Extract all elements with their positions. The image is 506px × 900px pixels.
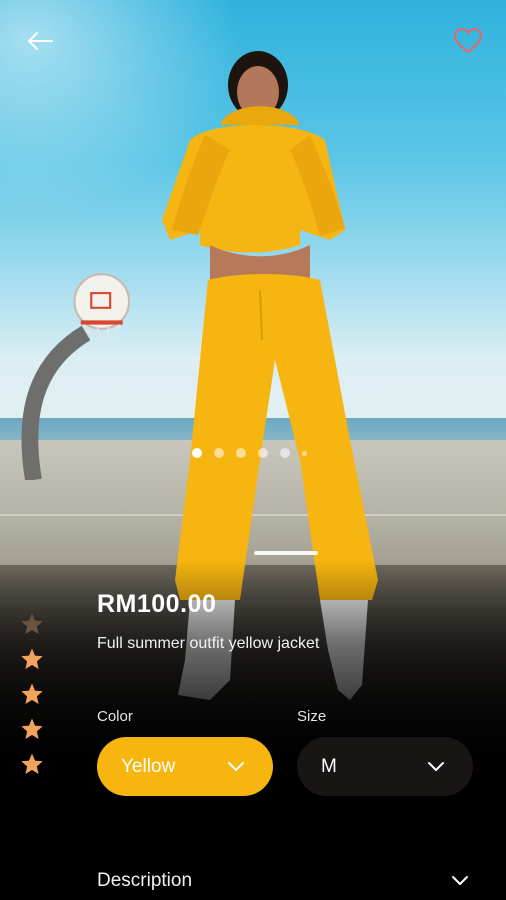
chevron-down-icon bbox=[428, 761, 444, 771]
description-toggle[interactable]: Description bbox=[97, 862, 469, 900]
sheet-drag-handle[interactable] bbox=[254, 551, 318, 555]
size-label: Size bbox=[297, 708, 327, 725]
size-dropdown-value: M bbox=[321, 755, 337, 777]
carousel-dot[interactable] bbox=[236, 448, 246, 458]
rating-stars bbox=[20, 612, 46, 787]
back-button[interactable] bbox=[22, 26, 58, 56]
star-icon bbox=[21, 648, 43, 669]
product-price: RM100.00 bbox=[97, 590, 217, 618]
basketball-hoop-graphic bbox=[21, 273, 130, 480]
product-detail-screen: RM100.00 Full summer outfit yellow jacke… bbox=[0, 0, 506, 900]
carousel-page-indicator[interactable] bbox=[192, 447, 307, 459]
star-icon bbox=[21, 683, 43, 704]
color-dropdown[interactable]: Yellow bbox=[97, 737, 273, 796]
description-label: Description bbox=[97, 870, 193, 891]
chevron-down-icon bbox=[228, 761, 244, 771]
product-title: Full summer outfit yellow jacket bbox=[97, 635, 320, 652]
heart-outline-icon bbox=[454, 27, 482, 53]
size-dropdown[interactable]: M bbox=[297, 737, 473, 796]
arrow-left-icon bbox=[28, 32, 53, 50]
carousel-dot[interactable] bbox=[280, 448, 290, 458]
color-dropdown-value: Yellow bbox=[121, 755, 176, 777]
carousel-dot[interactable] bbox=[302, 450, 307, 456]
color-label: Color bbox=[97, 708, 133, 725]
carousel-dot[interactable] bbox=[258, 448, 268, 458]
bottom-gradient-overlay bbox=[0, 560, 506, 900]
carousel-dot-active[interactable] bbox=[192, 448, 202, 458]
star-icon bbox=[21, 753, 43, 774]
star-icon bbox=[21, 718, 43, 739]
favorite-button[interactable] bbox=[448, 22, 488, 58]
chevron-down-icon bbox=[452, 876, 468, 885]
carousel-dot[interactable] bbox=[214, 448, 224, 458]
star-icon bbox=[21, 613, 43, 634]
